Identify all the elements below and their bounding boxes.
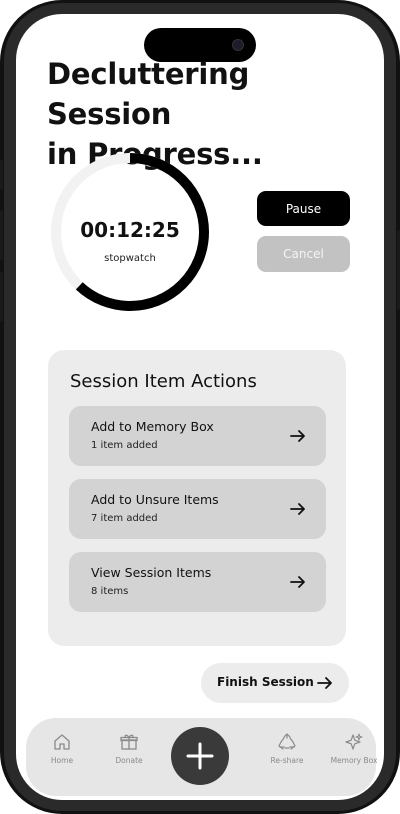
recycle-icon xyxy=(278,733,296,750)
plus-icon xyxy=(186,742,214,770)
nav-label-re-share: Re-share xyxy=(270,756,304,765)
gift-icon xyxy=(120,734,138,750)
arrow-right-icon xyxy=(317,677,332,689)
cancel-button[interactable]: Cancel xyxy=(257,236,350,272)
stopwatch-time: 00:12:25 xyxy=(80,218,180,242)
nav-item-donate[interactable]: Donate xyxy=(99,732,159,765)
nav-item-memory-box[interactable]: Memory Box xyxy=(324,732,384,765)
bottom-nav-bar: Home Donate Re-share Memory Box xyxy=(26,718,377,796)
pause-button[interactable]: Pause xyxy=(257,191,350,226)
nav-label-home: Home xyxy=(50,756,74,765)
nav-label-donate: Donate xyxy=(115,756,143,765)
action-detail: 1 item added xyxy=(91,440,158,451)
action-detail: 8 items xyxy=(91,586,129,597)
add-to-memory-box-button[interactable]: Add to Memory Box 1 item added xyxy=(69,406,326,466)
add-to-unsure-items-button[interactable]: Add to Unsure Items 7 item added xyxy=(69,479,326,539)
action-label: Add to Unsure Items xyxy=(91,492,219,507)
arrow-right-icon xyxy=(290,503,305,515)
stopwatch-label: stopwatch xyxy=(104,253,156,264)
side-button-left-middle xyxy=(0,210,3,260)
action-detail: 7 item added xyxy=(91,513,158,524)
session-actions-panel: Session Item Actions Add to Memory Box 1… xyxy=(48,350,346,646)
side-button-left-top xyxy=(0,160,3,190)
action-label: Add to Memory Box xyxy=(91,419,214,434)
stopwatch-ring: 00:12:25 stopwatch xyxy=(50,152,220,322)
add-button[interactable] xyxy=(171,727,229,785)
nav-item-home[interactable]: Home xyxy=(32,732,92,765)
finish-session-button[interactable]: Finish Session xyxy=(201,663,349,703)
page-title-line-1: Decluttering Session xyxy=(47,57,250,131)
side-button-left-bottom xyxy=(0,272,3,322)
session-actions-title: Session Item Actions xyxy=(70,371,257,392)
finish-session-label: Finish Session xyxy=(217,675,314,689)
nav-item-re-share[interactable]: Re-share xyxy=(257,732,317,765)
home-icon xyxy=(54,734,70,750)
camera-icon xyxy=(232,39,244,51)
nav-label-memory-box: Memory Box xyxy=(330,756,378,765)
sparkle-icon xyxy=(345,733,363,750)
arrow-right-icon xyxy=(290,430,305,442)
arrow-right-icon xyxy=(290,576,305,588)
action-label: View Session Items xyxy=(91,565,212,580)
view-session-items-button[interactable]: View Session Items 8 items xyxy=(69,552,326,612)
app-screen: Decluttering Session in Progress... 00:1… xyxy=(16,14,384,800)
